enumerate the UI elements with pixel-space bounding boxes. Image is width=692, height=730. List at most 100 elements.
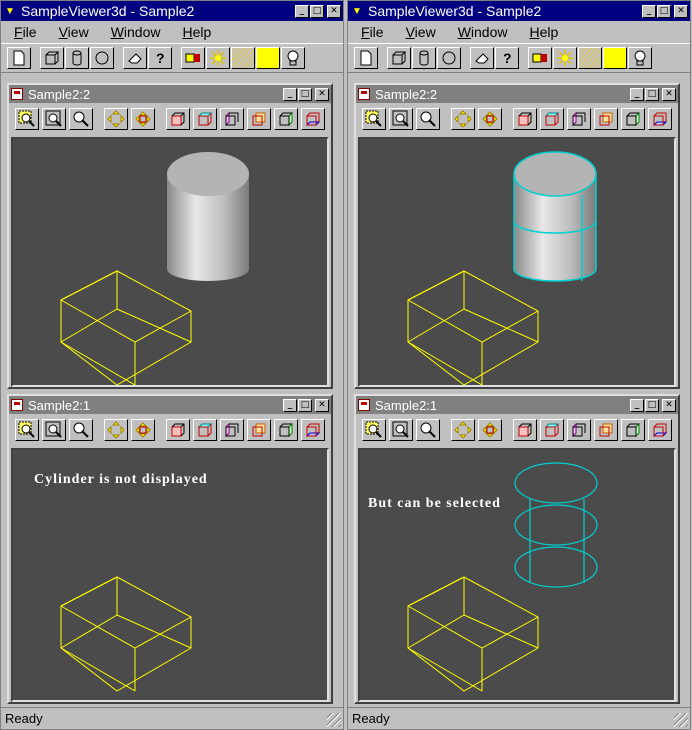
right-view-icon[interactable]: [274, 108, 298, 130]
viewport-3d[interactable]: [11, 137, 329, 387]
global-pan-icon[interactable]: [131, 419, 155, 441]
material-icon[interactable]: [181, 47, 205, 69]
close-button[interactable]: ✕: [662, 87, 676, 101]
zoom-window-icon[interactable]: [15, 108, 39, 130]
maximize-button[interactable]: □: [657, 4, 671, 18]
right-view-icon[interactable]: [621, 108, 645, 130]
resize-grip[interactable]: [327, 713, 341, 727]
global-pan-icon[interactable]: [478, 108, 502, 130]
right-view-icon[interactable]: [621, 419, 645, 441]
pan-icon[interactable]: [104, 108, 128, 130]
menu-view[interactable]: View: [48, 24, 100, 40]
maximize-button[interactable]: □: [298, 87, 312, 101]
top-view-icon[interactable]: [193, 108, 217, 130]
cylinder-icon[interactable]: [65, 47, 89, 69]
sphere-icon[interactable]: [437, 47, 461, 69]
texture-icon[interactable]: [231, 47, 255, 69]
color-icon[interactable]: [256, 47, 280, 69]
top-view-icon[interactable]: [193, 419, 217, 441]
menu-window[interactable]: Window: [100, 24, 172, 40]
right-view-icon[interactable]: [274, 419, 298, 441]
minimize-button[interactable]: _: [630, 398, 644, 412]
box-icon[interactable]: [40, 47, 64, 69]
menu-window[interactable]: Window: [447, 24, 519, 40]
document-icon[interactable]: [358, 399, 370, 411]
close-button[interactable]: ✕: [315, 398, 329, 412]
wireframe-box[interactable]: [60, 270, 192, 385]
zoom-fit-icon[interactable]: [42, 108, 66, 130]
zoom-window-icon[interactable]: [362, 419, 386, 441]
bottom-view-icon[interactable]: [648, 108, 672, 130]
help-icon[interactable]: ?: [148, 47, 172, 69]
bulb-icon[interactable]: [281, 47, 305, 69]
child-titlebar[interactable]: Sample2:2 _ □ ✕: [9, 85, 331, 103]
zoom-window-icon[interactable]: [362, 108, 386, 130]
child-titlebar[interactable]: Sample2:2 _ □ ✕: [356, 85, 678, 103]
wireframe-box[interactable]: [407, 576, 539, 692]
top-view-icon[interactable]: [540, 108, 564, 130]
pan-icon[interactable]: [451, 108, 475, 130]
pan-icon[interactable]: [451, 419, 475, 441]
zoom-icon[interactable]: [69, 108, 93, 130]
document-icon[interactable]: [358, 88, 370, 100]
selected-cylinder[interactable]: [513, 151, 597, 282]
menu-help[interactable]: Help: [519, 24, 570, 40]
back-view-icon[interactable]: [594, 108, 618, 130]
selected-cylinder-wireframe[interactable]: [514, 462, 598, 588]
new-icon[interactable]: [354, 47, 378, 69]
eraser-icon[interactable]: [123, 47, 147, 69]
global-pan-icon[interactable]: [478, 419, 502, 441]
eraser-icon[interactable]: [470, 47, 494, 69]
child-titlebar[interactable]: Sample2:1 _ □ ✕: [356, 396, 678, 414]
menu-help[interactable]: Help: [172, 24, 223, 40]
document-icon[interactable]: [11, 88, 23, 100]
minimize-button[interactable]: _: [630, 87, 644, 101]
zoom-icon[interactable]: [416, 419, 440, 441]
cylinder-icon[interactable]: [412, 47, 436, 69]
bottom-view-icon[interactable]: [301, 108, 325, 130]
light-icon[interactable]: [206, 47, 230, 69]
pan-icon[interactable]: [104, 419, 128, 441]
close-button[interactable]: ✕: [315, 87, 329, 101]
menu-view[interactable]: View: [395, 24, 447, 40]
bulb-icon[interactable]: [628, 47, 652, 69]
back-view-icon[interactable]: [594, 419, 618, 441]
zoom-icon[interactable]: [69, 419, 93, 441]
wireframe-box[interactable]: [407, 270, 539, 385]
front-view-icon[interactable]: [166, 108, 190, 130]
light-icon[interactable]: [553, 47, 577, 69]
solid-cylinder[interactable]: [167, 152, 249, 281]
maximize-button[interactable]: □: [645, 398, 659, 412]
bottom-view-icon[interactable]: [301, 419, 325, 441]
viewport-3d[interactable]: [358, 137, 676, 387]
zoom-window-icon[interactable]: [15, 419, 39, 441]
app-icon[interactable]: ▼: [350, 4, 364, 18]
material-icon[interactable]: [528, 47, 552, 69]
left-view-icon[interactable]: [567, 108, 591, 130]
global-pan-icon[interactable]: [131, 108, 155, 130]
zoom-fit-icon[interactable]: [389, 108, 413, 130]
new-icon[interactable]: [7, 47, 31, 69]
zoom-fit-icon[interactable]: [389, 419, 413, 441]
texture-icon[interactable]: [578, 47, 602, 69]
close-button[interactable]: ✕: [662, 398, 676, 412]
zoom-fit-icon[interactable]: [42, 419, 66, 441]
menu-file[interactable]: File: [3, 24, 48, 40]
minimize-button[interactable]: _: [295, 4, 309, 18]
zoom-icon[interactable]: [416, 108, 440, 130]
front-view-icon[interactable]: [513, 419, 537, 441]
close-button[interactable]: ✕: [674, 4, 688, 18]
front-view-icon[interactable]: [513, 108, 537, 130]
minimize-button[interactable]: _: [283, 398, 297, 412]
close-button[interactable]: ✕: [327, 4, 341, 18]
left-view-icon[interactable]: [220, 108, 244, 130]
box-icon[interactable]: [387, 47, 411, 69]
front-view-icon[interactable]: [166, 419, 190, 441]
maximize-button[interactable]: □: [298, 398, 312, 412]
maximize-button[interactable]: □: [310, 4, 324, 18]
left-view-icon[interactable]: [567, 419, 591, 441]
sphere-icon[interactable]: [90, 47, 114, 69]
document-icon[interactable]: [11, 399, 23, 411]
menu-file[interactable]: File: [350, 24, 395, 40]
help-icon[interactable]: ?: [495, 47, 519, 69]
